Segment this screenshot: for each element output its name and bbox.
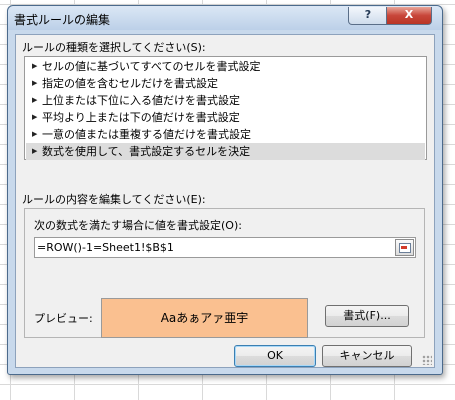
rule-type-item[interactable]: ▶ 上位または下位に入る値だけを書式設定 [26, 92, 425, 109]
formula-value: =ROW()-1=Sheet1!$B$1 [37, 241, 174, 254]
rule-edit-label: ルールの内容を編集してください(E): [22, 193, 206, 206]
rule-type-item[interactable]: ▶ 平均より上または下の値だけを書式設定 [26, 109, 425, 126]
edit-formatting-rule-dialog: 書式ルールの編集 ? X ルールの種類を選択してください(S): ▶ セルの値に… [7, 5, 443, 375]
rule-type-item-label: セルの値に基づいてすべてのセルを書式設定 [42, 60, 261, 73]
rule-type-item-label: 上位または下位に入る値だけを書式設定 [42, 94, 240, 107]
range-select-button[interactable] [395, 239, 414, 256]
triangle-right-icon: ▶ [32, 147, 38, 155]
resize-grip-icon[interactable] [422, 355, 432, 365]
triangle-right-icon: ▶ [32, 113, 38, 121]
rule-type-item[interactable]: ▶ 一意の値または重複する値だけを書式設定 [26, 126, 425, 143]
rule-type-list[interactable]: ▶ セルの値に基づいてすべてのセルを書式設定 ▶ 指定の値を含むセルだけを書式設… [24, 56, 427, 160]
rule-type-item-selected[interactable]: ▶ 数式を使用して、書式設定するセルを決定 [26, 143, 425, 160]
rule-type-item[interactable]: ▶ 指定の値を含むセルだけを書式設定 [26, 75, 425, 92]
format-preview: Aaあぁアァ亜宇 [101, 298, 308, 338]
triangle-right-icon: ▶ [32, 96, 38, 104]
formula-input[interactable]: =ROW()-1=Sheet1!$B$1 [34, 237, 416, 258]
rule-edit-group: 次の数式を満たす場合に値を書式設定(O): =ROW()-1=Sheet1!$B… [24, 208, 425, 338]
help-button[interactable]: ? [348, 7, 388, 25]
rule-type-item[interactable]: ▶ セルの値に基づいてすべてのセルを書式設定 [26, 58, 425, 75]
dialog-client-area: ルールの種類を選択してください(S): ▶ セルの値に基づいてすべてのセルを書式… [15, 34, 435, 368]
rule-type-item-label: 一意の値または重複する値だけを書式設定 [42, 128, 251, 141]
cancel-button[interactable]: キャンセル [322, 345, 412, 367]
triangle-right-icon: ▶ [32, 130, 38, 138]
triangle-right-icon: ▶ [32, 62, 38, 70]
rule-type-label: ルールの種類を選択してください(S): [22, 41, 206, 54]
rule-type-item-label: 数式を使用して、書式設定するセルを決定 [42, 145, 251, 158]
rule-type-item-label: 平均より上または下の値だけを書式設定 [42, 111, 240, 124]
format-button[interactable]: 書式(F)... [325, 305, 409, 327]
close-button[interactable]: X [386, 7, 432, 25]
preview-label: プレビュー: [34, 312, 93, 325]
formula-label: 次の数式を満たす場合に値を書式設定(O): [34, 219, 242, 232]
range-marker-icon [401, 246, 407, 249]
dialog-title: 書式ルールの編集 [14, 13, 111, 27]
triangle-right-icon: ▶ [32, 79, 38, 87]
rule-type-item-label: 指定の値を含むセルだけを書式設定 [42, 77, 218, 90]
dialog-titlebar[interactable]: 書式ルールの編集 ? X [8, 6, 442, 30]
ok-button[interactable]: OK [234, 345, 316, 367]
